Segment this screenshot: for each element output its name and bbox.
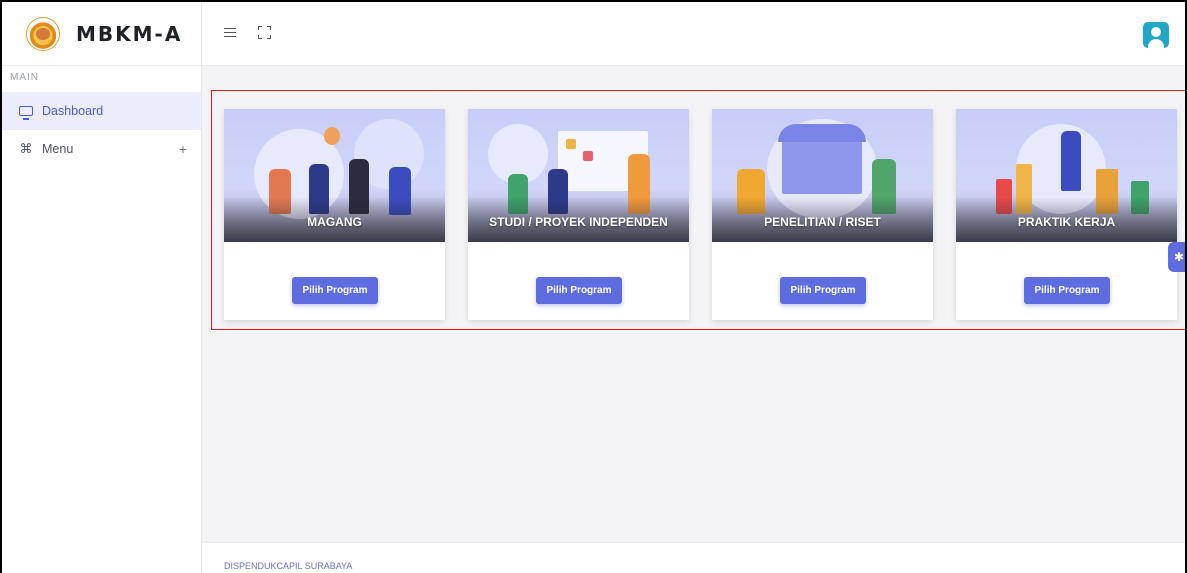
command-icon: ⌘: [19, 141, 33, 156]
brand-logo: [26, 16, 60, 51]
sidebar: MBKM-A MAIN Dashboard ⌘ Menu +: [2, 2, 202, 573]
program-card-magang: MAGANG Pilih Program: [224, 109, 445, 320]
footer-text: DISPENDUKCAPIL SURABAYA: [224, 561, 353, 571]
sidebar-item-label: Menu: [42, 142, 74, 156]
hamburger-icon[interactable]: [224, 28, 236, 37]
footer: DISPENDUKCAPIL SURABAYA: [202, 542, 1185, 573]
choose-program-button[interactable]: Pilih Program: [1024, 277, 1110, 304]
program-title: PRAKTIK KERJA: [1017, 215, 1116, 229]
program-illustration: STUDI / PROYEK INDEPENDEN: [468, 109, 689, 242]
sidebar-item-label: Dashboard: [42, 104, 104, 118]
program-title: MAGANG: [307, 215, 362, 229]
user-icon[interactable]: [1143, 22, 1169, 48]
program-title: STUDI / PROYEK INDEPENDEN: [489, 215, 668, 229]
sidebar-section-label: MAIN: [10, 72, 39, 83]
choose-program-button[interactable]: Pilih Program: [536, 277, 622, 304]
app-window: MBKM-A MAIN Dashboard ⌘ Menu + MAGANG Pi…: [0, 0, 1187, 573]
sidebar-item-dashboard[interactable]: Dashboard: [2, 92, 201, 130]
program-illustration: PENELITIAN / RISET: [712, 109, 933, 242]
program-card-studi: STUDI / PROYEK INDEPENDEN Pilih Program: [468, 109, 689, 320]
brand[interactable]: MBKM-A: [2, 2, 201, 66]
program-card-penelitian: PENELITIAN / RISET Pilih Program: [712, 109, 933, 320]
choose-program-button[interactable]: Pilih Program: [292, 277, 378, 304]
program-card-praktik: PRAKTIK KERJA Pilih Program: [956, 109, 1177, 320]
program-illustration: PRAKTIK KERJA: [956, 109, 1177, 242]
program-illustration: MAGANG: [224, 109, 445, 242]
brand-name: MBKM-A: [76, 21, 183, 46]
topbar: [202, 2, 1185, 66]
monitor-icon: [18, 104, 34, 120]
choose-program-button[interactable]: Pilih Program: [780, 277, 866, 304]
program-title: PENELITIAN / RISET: [764, 215, 881, 229]
sidebar-item-menu[interactable]: ⌘ Menu +: [2, 130, 201, 168]
fullscreen-icon[interactable]: [258, 26, 271, 39]
expand-icon[interactable]: +: [179, 141, 187, 157]
gear-icon[interactable]: ✱: [1168, 242, 1185, 272]
